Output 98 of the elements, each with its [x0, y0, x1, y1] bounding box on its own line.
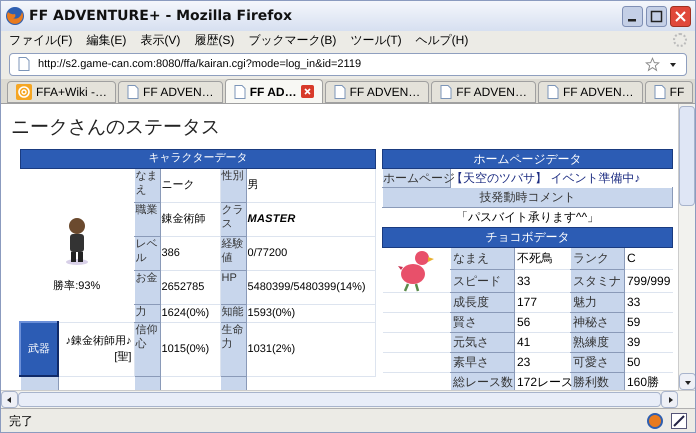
field-value: 1593(0%) [246, 304, 376, 322]
page-icon [546, 85, 559, 99]
browser-tab[interactable]: FF AD… [224, 79, 323, 103]
character-sprite-drawing [64, 216, 90, 266]
horizontal-scrollbar[interactable] [1, 390, 695, 408]
browser-tab[interactable]: FFA+Wiki -… [7, 81, 116, 103]
field-value: ニーク [160, 168, 220, 202]
chocobo-value: 56 [514, 312, 570, 332]
scroll-arrow-button[interactable] [1, 391, 18, 408]
field-label: HP [220, 270, 246, 304]
chocobo-label: 賢さ [450, 312, 514, 332]
chocobo-label: 可愛さ [570, 352, 624, 372]
star-icon[interactable] [645, 56, 660, 72]
chocobo-value: 33 [624, 292, 672, 312]
menu-item[interactable]: 履歴(S) [194, 31, 234, 49]
field-value: 1031(2%) [246, 322, 376, 376]
address-field[interactable]: http://s2.game-can.com:8080/ffa/kairan.cgi?mode=log_in&id=2119 [9, 52, 687, 76]
page-icon [18, 57, 30, 71]
browser-tab[interactable]: FF [644, 81, 694, 103]
page-icon [440, 85, 452, 99]
chocobo-value: 23 [514, 352, 570, 372]
scroll-arrow-button[interactable] [661, 391, 678, 408]
menu-item[interactable]: ブックマーク(B) [248, 31, 336, 49]
status-text: 完了 [9, 412, 33, 430]
chocobo-label: 魅力 [570, 292, 624, 312]
maximize-icon[interactable] [646, 6, 667, 26]
page-icon [654, 85, 666, 99]
chocobo-label: 勝利数 [570, 372, 624, 390]
browser-tab[interactable]: FF ADVEN… [538, 81, 643, 103]
chocobo-value: 172レース [514, 372, 570, 390]
close-icon[interactable] [670, 6, 691, 26]
chocobo-label: 総レース数 [450, 372, 514, 390]
menu-item[interactable]: 編集(E) [86, 31, 126, 49]
browser-tab[interactable]: FF ADVEN… [431, 81, 536, 103]
window-title: FF ADVENTURE+ - Mozilla Firefox [29, 6, 292, 26]
chocobo-value: 799/999 [624, 270, 672, 292]
page-heading: ニークさんのステータス [11, 116, 221, 140]
field-value: 5480399/5480399(14%) [246, 270, 376, 304]
field-label: 力 [134, 304, 160, 322]
menu-item[interactable]: ヘルプ(H) [416, 31, 468, 49]
scroll-arrow-button[interactable] [679, 373, 695, 390]
win-rate-text: 勝率:93% [53, 278, 100, 294]
chocobo-label: 神秘さ [570, 312, 624, 332]
field-value: 0/77200 [246, 236, 376, 270]
section-header: キャラクターデータ [20, 149, 376, 168]
field-label: なまえ [134, 168, 160, 202]
chocobo-label: スタミナ [570, 270, 624, 292]
chocobo-label: 素早さ [450, 352, 514, 372]
menu-item[interactable]: 表示(V) [140, 31, 180, 49]
field-label: 生命力 [220, 322, 246, 376]
chocobo-value: 50 [624, 352, 672, 372]
field-value: 男 [246, 168, 376, 202]
chocobo-label: 成長度 [450, 292, 514, 312]
menu-item[interactable]: ツール(T) [350, 31, 402, 49]
field-value: 2652785 [160, 270, 220, 304]
chocobo-label: なまえ [450, 247, 514, 270]
chocobo-value: 41 [514, 332, 570, 352]
field-label: 知能 [220, 304, 246, 322]
chocobo-value: 39 [624, 332, 672, 352]
comment-header: 技発動時コメント [382, 187, 672, 207]
field-value: 錬金術師 [160, 202, 220, 236]
field-label: 信仰心 [134, 322, 160, 376]
field-label: 経験値 [220, 236, 246, 270]
weapon-value: ♪錬金術師用♪ [聖] [58, 322, 134, 376]
browser-tab[interactable]: FF ADVEN… [324, 81, 430, 103]
page-icon [127, 85, 139, 99]
browser-tab[interactable]: FF ADVEN… [118, 81, 223, 103]
minimize-icon[interactable] [622, 6, 643, 26]
chocobo-label: ランク [570, 247, 624, 270]
field-value: 386 [160, 236, 220, 270]
field-value: 1015(0%) [160, 322, 220, 376]
section-header: ホームページデータ [382, 149, 672, 168]
field-label: クラス [220, 202, 246, 236]
field-label: お金 [134, 270, 160, 304]
page-icon [334, 85, 346, 99]
chocobo-value: 160勝 [624, 372, 672, 390]
chocobo-label: 熟練度 [570, 332, 624, 352]
field-label: 職業 [134, 202, 160, 236]
pen-icon[interactable] [671, 412, 687, 428]
chocobo-label: スピード [450, 270, 514, 292]
chocobo-value: 33 [514, 270, 570, 292]
page-icon [234, 84, 246, 98]
chocobo-label: 元気さ [450, 332, 514, 352]
field-label: レベル [134, 236, 160, 270]
vertical-scrollbar[interactable] [678, 104, 695, 390]
field-value: 1624(0%) [160, 304, 220, 322]
comment-text: 「パスバイト承ります^^」 [382, 207, 672, 227]
chocobo-value: 177 [514, 292, 570, 312]
chocobo-value: 59 [624, 312, 672, 332]
chocobo-value: 不死鳥 [514, 247, 570, 270]
close-tab-icon[interactable] [300, 85, 314, 98]
section-header: チョコボデータ [382, 227, 672, 247]
field-value: MASTER [246, 202, 376, 236]
loading-throbber-icon [673, 33, 687, 47]
chocobo-value: C [624, 247, 672, 270]
weapon-label: 武器 [20, 322, 58, 376]
menu-item[interactable]: ファイル(F) [9, 31, 72, 49]
field-label: 性別 [220, 168, 246, 202]
